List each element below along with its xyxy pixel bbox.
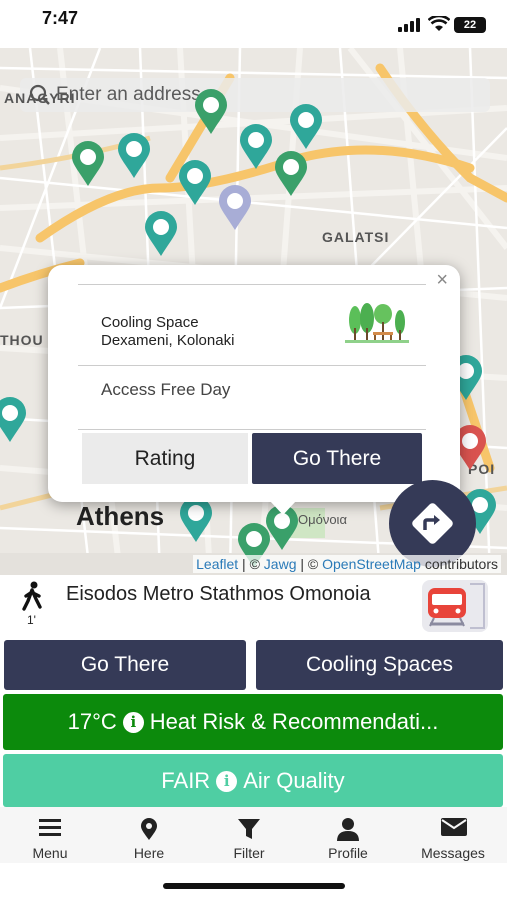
tab-here[interactable]: Here — [117, 807, 181, 863]
menu-icon — [39, 819, 61, 836]
tab-label: Filter — [233, 845, 265, 861]
air-quality-level: FAIR — [161, 767, 211, 793]
battery-indicator: 22 — [454, 17, 486, 33]
status-bar: 7:47 22 — [0, 0, 507, 48]
map-view[interactable]: ANAGYRI GALATSI THOU POI Athens Ομόνοια … — [0, 48, 507, 575]
tab-label: Messages — [421, 845, 485, 861]
popup-tail — [270, 501, 296, 515]
temperature-value: 17°C — [67, 709, 117, 734]
jawg-link[interactable]: Jawg — [264, 556, 297, 572]
divider — [78, 365, 426, 366]
map-label-thou: THOU — [0, 332, 44, 348]
tab-filter[interactable]: Filter — [217, 807, 281, 863]
directions-button[interactable] — [389, 480, 476, 567]
popup-go-there-button[interactable]: Go There — [252, 433, 422, 484]
map-pin[interactable] — [116, 132, 152, 180]
location-name: Dexameni, Kolonaki — [101, 332, 235, 349]
tab-messages[interactable]: Messages — [412, 807, 494, 863]
address-search-bar[interactable] — [20, 78, 490, 112]
address-search-input[interactable] — [56, 81, 476, 109]
map-label-athens: Athens — [76, 501, 165, 531]
map-pin[interactable] — [193, 88, 229, 136]
divider — [78, 284, 426, 285]
map-label-omonoia-greek: Ομόνοια — [298, 512, 347, 527]
clock: 7:47 — [42, 8, 79, 28]
map-pin[interactable] — [178, 496, 214, 544]
map-pin[interactable] — [217, 184, 253, 232]
leaflet-link[interactable]: Leaflet — [196, 556, 238, 572]
map-pin[interactable] — [143, 210, 179, 258]
location-popup: × Cooling Space Dexameni, Kolonaki Acces… — [48, 265, 460, 515]
home-indicator[interactable] — [163, 883, 345, 889]
user-icon — [337, 818, 359, 841]
train-icon — [422, 580, 488, 632]
air-quality-label: Air Quality — [243, 767, 345, 793]
nearest-stop-row: 1' Eisodos Metro Stathmos Omonoia — [0, 575, 507, 637]
location-type: Cooling Space — [101, 314, 199, 331]
air-quality-button[interactable]: FAIR i Air Quality — [3, 754, 503, 807]
access-info: Access Free Day — [101, 380, 231, 399]
map-pin[interactable] — [238, 123, 274, 171]
map-pin[interactable] — [273, 150, 309, 198]
heat-risk-label: Heat Risk & Recommendati... — [149, 709, 439, 734]
tab-menu[interactable]: Menu — [18, 807, 82, 863]
heat-risk-button[interactable]: 17°C i Heat Risk & Recommendati... — [3, 694, 503, 750]
bottom-tab-bar: Menu Here Filter Profile Messages — [0, 807, 507, 863]
walk-time: 1' — [27, 613, 36, 627]
stop-name: Eisodos Metro Stathmos Omonoia — [66, 583, 371, 605]
tab-label: Here — [133, 845, 165, 861]
info-icon: i — [122, 712, 144, 733]
directions-icon — [412, 503, 453, 544]
map-pin[interactable] — [70, 140, 106, 188]
cellular-signal-icon — [398, 18, 420, 32]
osm-link[interactable]: OpenStreetMap — [322, 556, 421, 572]
rating-button[interactable]: Rating — [82, 433, 248, 484]
map-attribution: Leaflet | © Jawg | © OpenStreetMap contr… — [193, 555, 501, 573]
cooling-spaces-button[interactable]: Cooling Spaces — [256, 640, 503, 690]
info-icon: i — [216, 770, 238, 792]
wifi-icon — [428, 16, 450, 31]
filter-icon — [238, 819, 260, 839]
tab-profile[interactable]: Profile — [316, 807, 380, 863]
tab-label: Profile — [328, 845, 368, 861]
map-label-anagyri: ANAGYRI — [4, 90, 76, 106]
location-title: Cooling Space Dexameni, Kolonaki — [101, 314, 234, 350]
map-pin[interactable] — [0, 396, 28, 444]
map-pin[interactable] — [288, 103, 324, 151]
walking-person-icon — [22, 581, 42, 611]
divider — [78, 429, 426, 430]
go-there-button[interactable]: Go There — [4, 640, 246, 690]
map-label-galatsi: GALATSI — [322, 229, 390, 245]
map-pin[interactable] — [177, 159, 213, 207]
location-pin-icon — [141, 818, 157, 840]
tab-label: Menu — [32, 845, 68, 861]
close-popup-button[interactable]: × — [436, 269, 448, 292]
park-icon — [345, 303, 409, 343]
envelope-icon — [441, 818, 467, 836]
